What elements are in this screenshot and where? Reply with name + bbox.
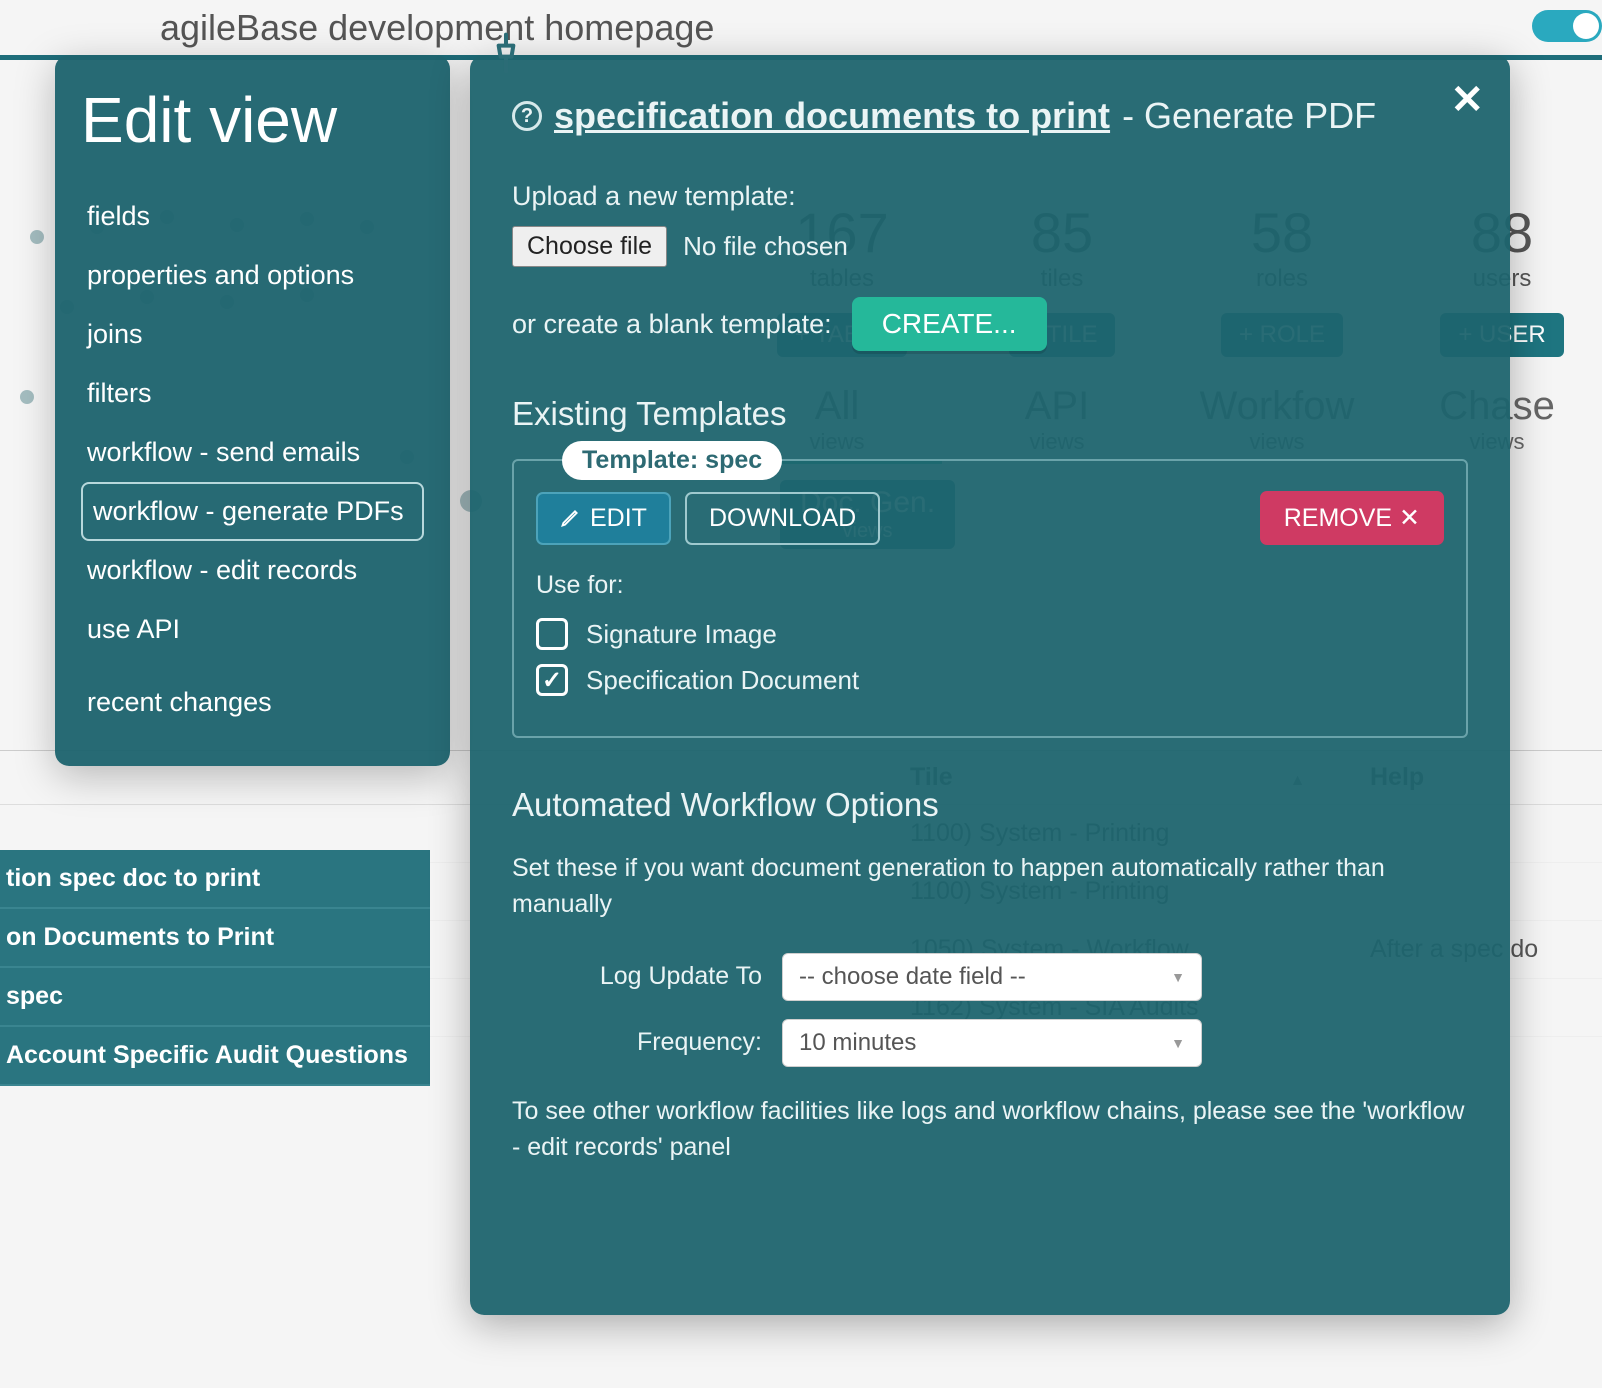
page-title: agileBase development homepage — [160, 7, 714, 49]
list-item[interactable]: Account Specific Audit Questions — [0, 1027, 430, 1086]
sidebar-item-fields[interactable]: fields — [81, 187, 424, 246]
sidebar-title: Edit view — [81, 83, 424, 157]
panel-title: ? specification documents to print - Gen… — [512, 95, 1468, 137]
dev-toggle[interactable] — [1532, 10, 1602, 42]
upload-label: Upload a new template: — [512, 181, 1468, 212]
list-item[interactable]: tion spec doc to print — [0, 850, 430, 909]
use-for-label: Use for: — [536, 571, 1444, 600]
chevron-down-icon: ▼ — [1171, 969, 1185, 985]
footnote-text: To see other workflow facilities like lo… — [512, 1093, 1468, 1166]
generate-pdf-panel: ✕ ? specification documents to print - G… — [470, 55, 1510, 1315]
sidebar-item-joins[interactable]: joins — [81, 305, 424, 364]
automated-options-desc: Set these if you want document generatio… — [512, 850, 1468, 923]
checkbox-label: Signature Image — [586, 619, 777, 650]
list-item[interactable]: spec — [0, 968, 430, 1027]
log-update-label: Log Update To — [512, 962, 762, 991]
sidebar-item-send-emails[interactable]: workflow - send emails — [81, 423, 424, 482]
page-title-bar: agileBase development homepage — [0, 0, 1602, 60]
create-template-button[interactable]: CREATE... — [852, 297, 1047, 351]
frequency-label: Frequency: — [512, 1028, 762, 1057]
file-status: No file chosen — [683, 231, 848, 262]
checkbox-label: Specification Document — [586, 665, 859, 696]
log-update-select[interactable]: -- choose date field -- ▼ — [782, 953, 1202, 1001]
close-icon[interactable]: ✕ — [1450, 77, 1484, 123]
checkbox-specification-document[interactable] — [536, 664, 568, 696]
title-suffix: - Generate PDF — [1122, 95, 1376, 137]
sidebar-item-filters[interactable]: filters — [81, 364, 424, 423]
sidebar-item-use-api[interactable]: use API — [81, 600, 424, 659]
checkbox-signature-image[interactable] — [536, 618, 568, 650]
pin-icon[interactable] — [484, 31, 528, 75]
download-template-button[interactable]: DOWNLOAD — [685, 492, 880, 545]
view-name-link[interactable]: specification documents to print — [554, 95, 1110, 137]
automated-options-heading: Automated Workflow Options — [512, 786, 1468, 824]
sidebar-item-recent-changes[interactable]: recent changes — [81, 673, 424, 732]
help-icon[interactable]: ? — [512, 101, 542, 131]
list-item[interactable]: on Documents to Print — [0, 909, 430, 968]
edit-template-button[interactable]: EDIT — [536, 492, 671, 545]
frequency-select[interactable]: 10 minutes ▼ — [782, 1019, 1202, 1067]
pencil-icon — [560, 508, 580, 528]
left-rows-overlay: tion spec doc to print on Documents to P… — [0, 850, 430, 1086]
template-card: Template: spec EDIT DOWNLOAD REMOVE ✕ Us… — [512, 459, 1468, 738]
chevron-down-icon: ▼ — [1171, 1035, 1185, 1051]
choose-file-button[interactable]: Choose file — [512, 226, 667, 267]
sidebar-item-edit-records[interactable]: workflow - edit records — [81, 541, 424, 600]
sidebar-item-generate-pdfs[interactable]: workflow - generate PDFs — [81, 482, 424, 541]
template-name-tag: Template: spec — [562, 441, 782, 480]
existing-templates-heading: Existing Templates — [512, 395, 1468, 433]
sidebar-item-properties[interactable]: properties and options — [81, 246, 424, 305]
remove-template-button[interactable]: REMOVE ✕ — [1260, 491, 1444, 545]
create-template-label: or create a blank template: — [512, 309, 832, 340]
edit-view-sidebar: Edit view fields properties and options … — [55, 55, 450, 766]
